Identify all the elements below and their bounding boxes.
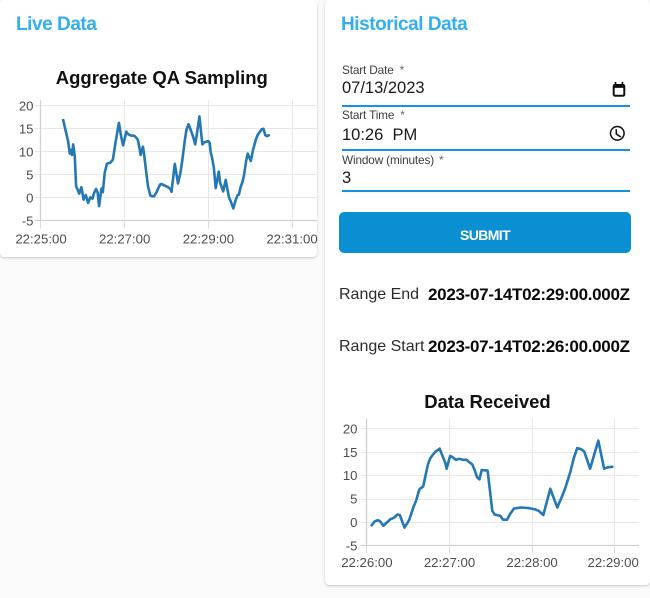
svg-text:20: 20: [19, 98, 34, 113]
svg-text:0: 0: [350, 515, 357, 530]
svg-text:22:27:00: 22:27:00: [424, 555, 475, 570]
svg-text:22:26:00: 22:26:00: [341, 555, 392, 570]
svg-text:5: 5: [26, 167, 33, 182]
svg-text:-5: -5: [346, 538, 358, 553]
svg-text:22:31:00: 22:31:00: [266, 232, 317, 247]
svg-text:10: 10: [19, 144, 34, 159]
svg-text:22:25:00: 22:25:00: [15, 232, 66, 247]
svg-text:22:28:00: 22:28:00: [506, 555, 557, 570]
svg-text:-5: -5: [22, 213, 34, 228]
svg-text:10: 10: [343, 468, 358, 483]
svg-text:22:29:00: 22:29:00: [588, 555, 639, 570]
svg-text:5: 5: [350, 492, 357, 507]
svg-text:Data Received: Data Received: [424, 391, 550, 412]
svg-text:22:27:00: 22:27:00: [99, 232, 150, 247]
svg-text:15: 15: [19, 121, 34, 136]
svg-text:0: 0: [26, 190, 33, 205]
svg-text:20: 20: [343, 421, 358, 436]
svg-text:Aggregate QA Sampling: Aggregate QA Sampling: [56, 67, 268, 88]
svg-text:22:29:00: 22:29:00: [183, 232, 234, 247]
svg-text:15: 15: [343, 445, 358, 460]
